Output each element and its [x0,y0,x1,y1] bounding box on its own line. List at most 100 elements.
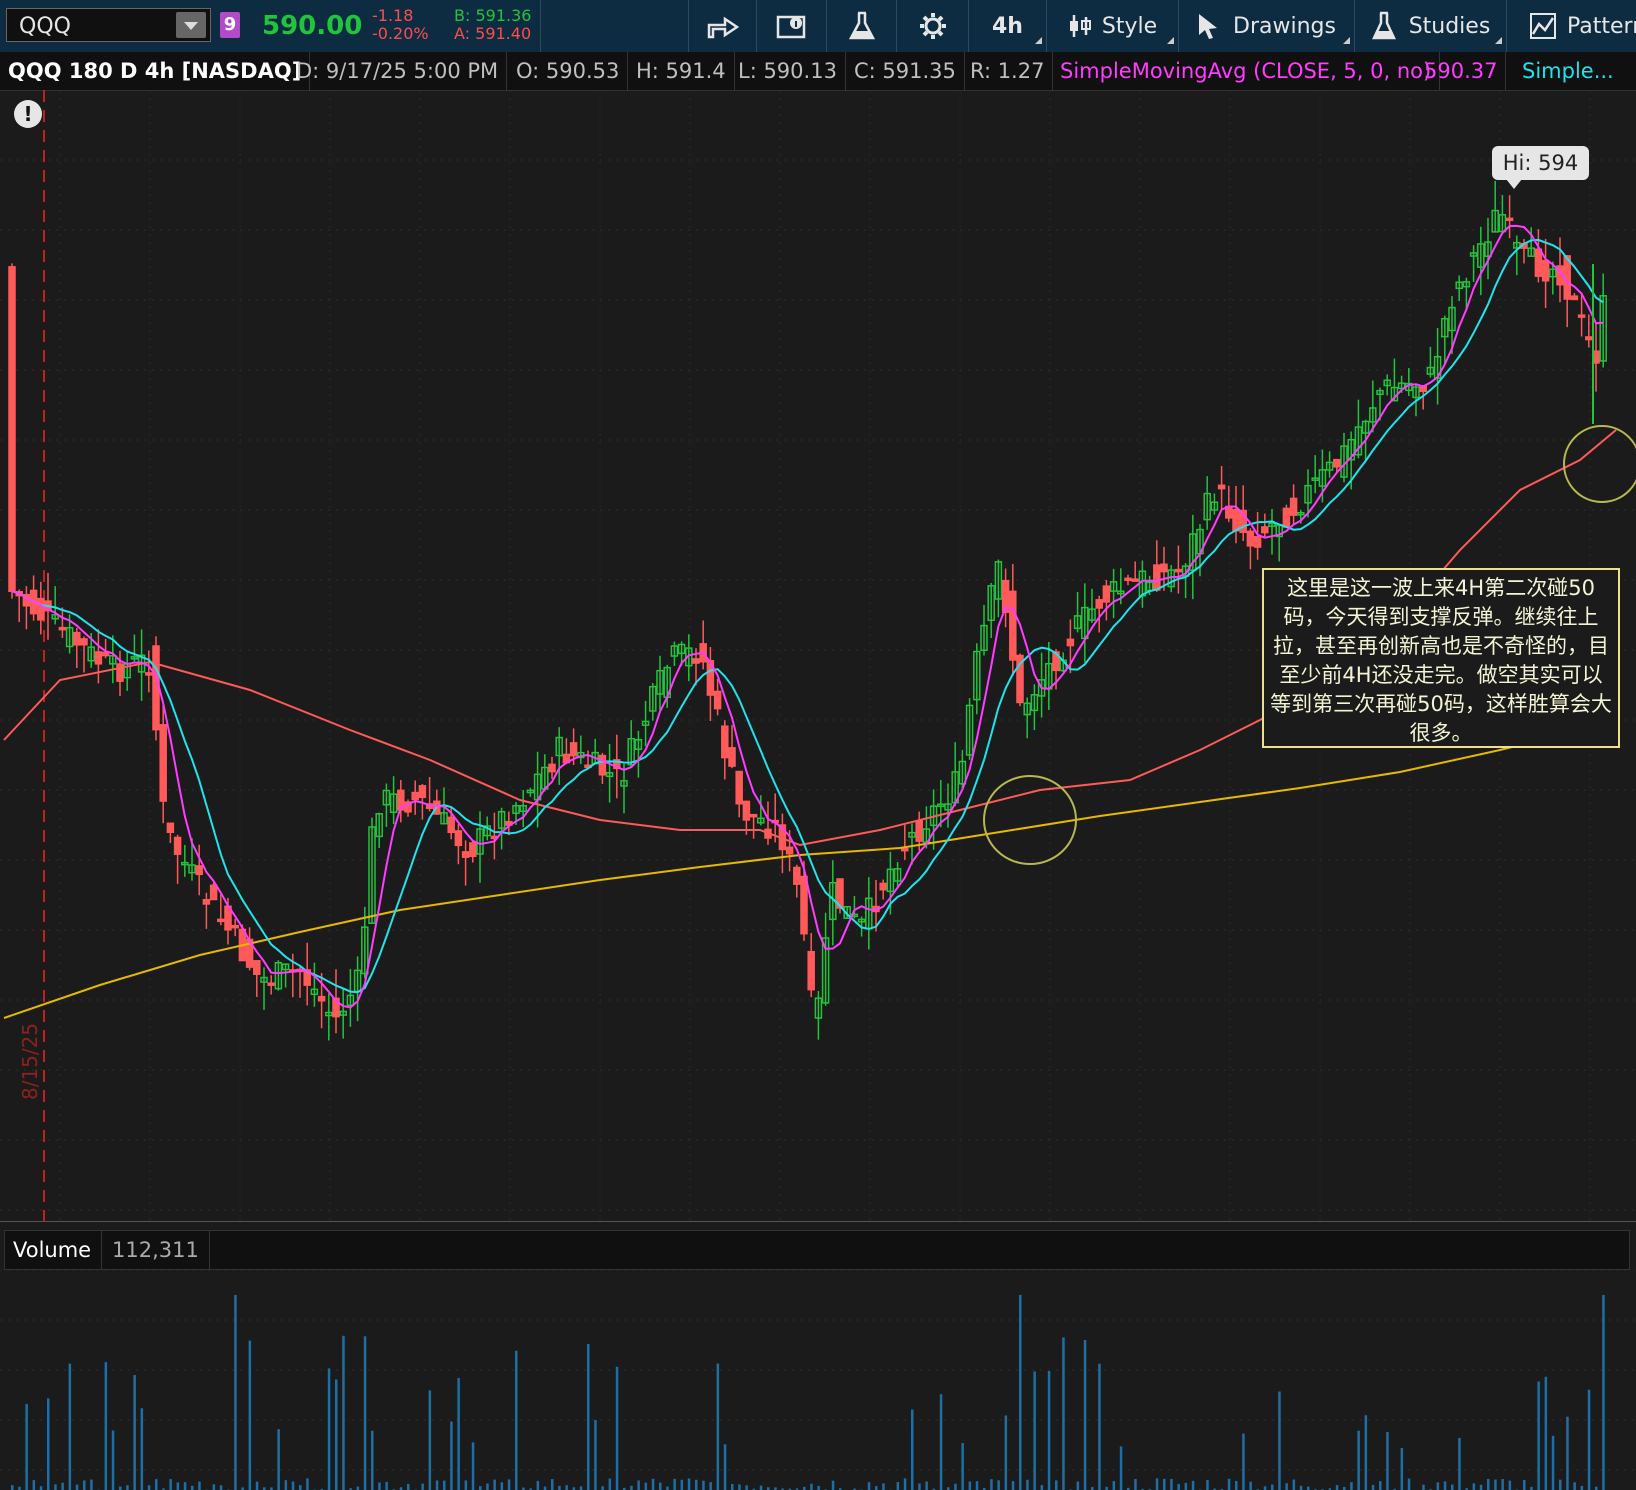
candle-body [692,658,700,664]
volume-bar [471,1442,475,1490]
volume-bar [1299,1485,1303,1490]
volume-bar [644,1482,648,1490]
volume-bar [810,1483,813,1490]
study-label[interactable]: SimpleMovingAvg (CLOSE, 5, 0, no) [1052,52,1441,90]
candle-body [469,842,477,858]
volume-bar [1040,1485,1044,1490]
volume-bar [1458,1437,1461,1490]
volume-bar [903,1478,907,1490]
volume-bar [155,1479,158,1490]
study2-label[interactable]: Simple... [1514,52,1622,90]
volume-bar [702,1480,705,1490]
share-icon [707,13,739,39]
candle-body [317,995,326,1002]
flask-button[interactable] [826,0,896,52]
volume-bar [1443,1481,1447,1490]
volume-bar [1523,1480,1526,1490]
volume-bar [637,1480,640,1490]
link-group-badge[interactable]: 9 [220,12,240,38]
alert-icon[interactable]: ! [14,100,42,128]
candle-body [202,898,211,905]
share-button[interactable] [688,0,756,52]
volume-bar [831,1480,835,1490]
candle-body [454,830,463,847]
candle-body [728,747,736,767]
candle-body [173,836,182,855]
bid-ask: B: 591.36 A: 591.40 [454,7,531,43]
style-button[interactable]: Style [1046,0,1178,52]
volume-bar [1307,1486,1310,1490]
candle-body [735,770,743,805]
candle-body [807,950,815,991]
volume-bar [543,1486,547,1490]
candle-body [8,266,16,593]
volume-bar [1055,1480,1058,1490]
volume-chart[interactable] [0,1270,1636,1490]
volume-bar [680,1479,684,1490]
volume-bar [817,1485,820,1490]
volume-bar [1098,1363,1101,1490]
symbol-input[interactable]: QQQ [6,8,211,42]
volume-bar [1033,1371,1036,1490]
volume-bar [1508,1480,1512,1490]
volume-bar [443,1480,446,1490]
candle-body [800,875,808,935]
volume-bar [1501,1479,1504,1490]
volume-bar [248,1340,252,1490]
volume-bar [335,1379,338,1490]
volume-bar [709,1482,712,1490]
volume-bar [1285,1483,1288,1490]
support-circle-1 [983,775,1077,865]
volume-bar [608,1478,612,1490]
last-price: 590.00 [262,11,363,41]
studies-button[interactable]: Studies [1354,0,1506,52]
candle-body [217,918,225,923]
candle-body [267,982,275,986]
drawings-label: Drawings [1233,13,1336,39]
symbol-dropdown-button[interactable] [176,12,206,38]
candle-body [721,725,729,759]
volume-bar [111,1430,115,1490]
annotation-note[interactable]: 这里是这一波上来4H第二次碰50码，今天得到支撑反弹。继续往上拉，甚至再创新高也… [1262,568,1620,748]
volume-bar [1350,1482,1353,1490]
volume-bar [1235,1480,1238,1490]
volume-bar [176,1482,180,1490]
volume-bar [39,1486,43,1490]
volume-bar [90,1479,93,1490]
volume-bar [579,1486,583,1490]
drawings-button[interactable]: Drawings [1178,0,1354,52]
candle-body [166,822,175,834]
volume-bar [1019,1295,1022,1490]
volume-bar [1537,1381,1540,1490]
candle-body [785,846,794,855]
volume-bar [435,1480,439,1490]
candle-body [1534,248,1543,277]
study-value: 590.37 [1416,52,1507,90]
aggregation-button[interactable]: 4h [968,0,1046,52]
volume-bar [1112,1481,1116,1490]
volume-bar [219,1485,223,1490]
volume-bar [54,1484,57,1490]
volume-bar [1451,1484,1454,1490]
candle-body [1009,590,1017,661]
dropdown-corner-icon [1035,37,1042,44]
candle-body [1102,585,1111,603]
settings-button[interactable] [896,0,968,52]
volume-bar [536,1480,540,1490]
info-button[interactable] [756,0,826,52]
high-bubble: Hi: 594 [1492,146,1589,189]
volume-bar [1422,1484,1425,1490]
volume-bar [169,1479,172,1490]
candle-body [94,651,103,665]
volume-bar [75,1484,79,1490]
volume-bar [558,1485,561,1490]
volume-bar [954,1483,957,1490]
volume-bar [1472,1483,1476,1490]
patterns-button[interactable]: Pattern [1506,0,1636,52]
volume-bar [1242,1433,1245,1490]
volume-bar [1177,1483,1180,1490]
volume-bar [1364,1415,1368,1490]
candle-body [1232,509,1240,532]
volume-bar [1566,1416,1569,1490]
candle-body [80,638,88,646]
